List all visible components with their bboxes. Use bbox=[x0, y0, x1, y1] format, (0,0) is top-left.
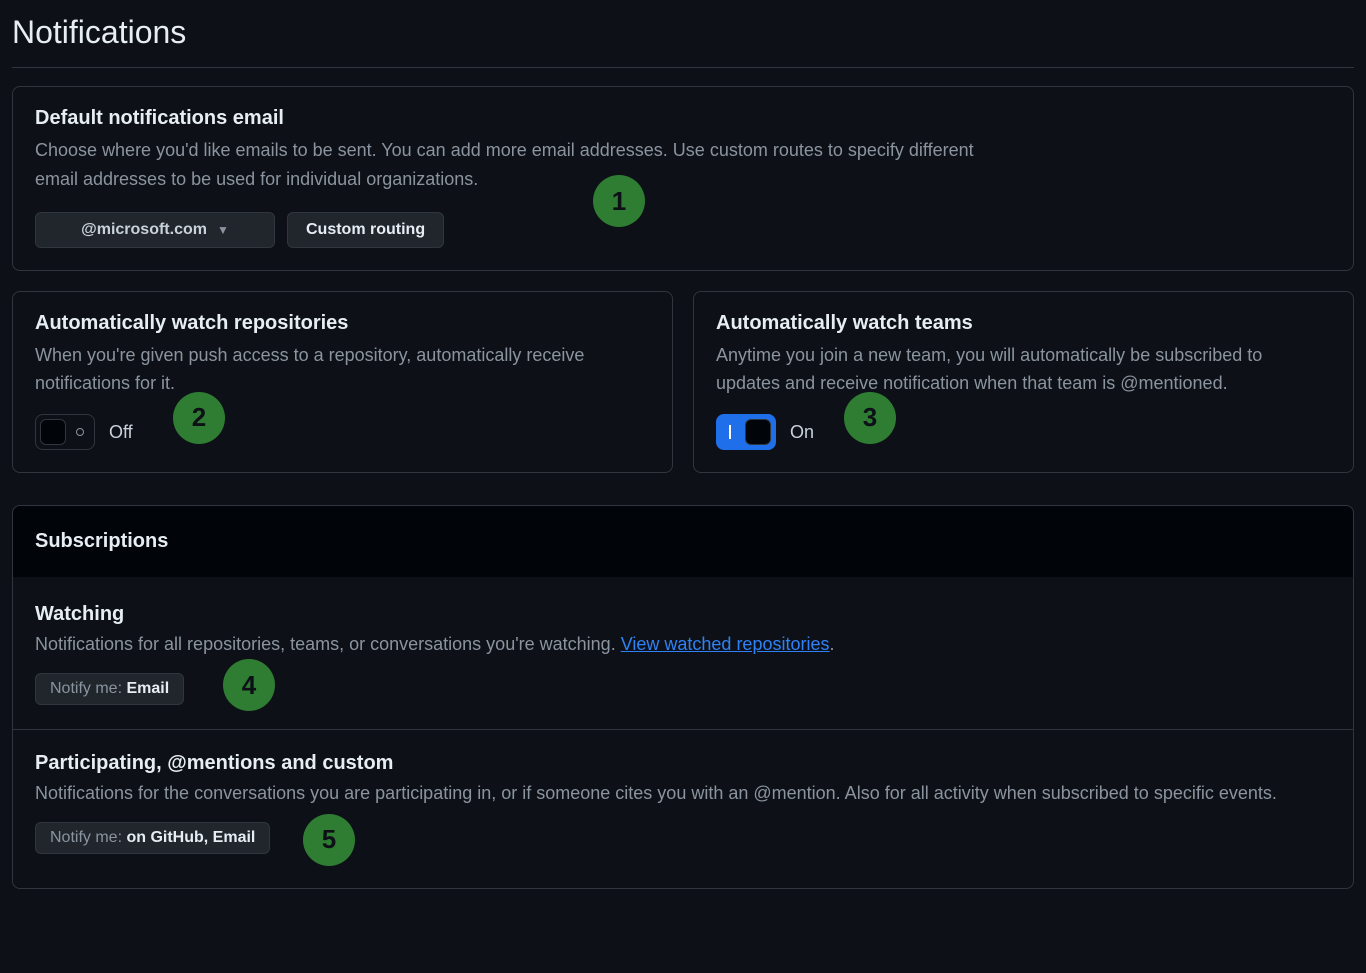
toggle-knob bbox=[745, 419, 771, 445]
page-title: Notifications bbox=[12, 10, 1354, 61]
custom-routing-button[interactable]: Custom routing bbox=[287, 212, 444, 248]
toggle-on-indicator-icon bbox=[729, 425, 731, 439]
default-email-value: @microsoft.com bbox=[81, 221, 207, 239]
watch-repos-toggle[interactable] bbox=[35, 414, 95, 450]
watching-desc-suffix: . bbox=[829, 634, 834, 654]
toggle-knob bbox=[40, 419, 66, 445]
watching-title: Watching bbox=[35, 603, 1331, 626]
watch-repos-desc: When you're given push access to a repos… bbox=[35, 341, 650, 399]
watch-teams-card: Automatically watch teams Anytime you jo… bbox=[693, 291, 1354, 474]
annotation-marker-1: 1 bbox=[593, 175, 645, 227]
watch-repos-state: Off bbox=[109, 422, 133, 443]
participating-notify-button[interactable]: Notify me: on GitHub, Email bbox=[35, 822, 270, 854]
watch-teams-state: On bbox=[790, 422, 814, 443]
divider bbox=[12, 67, 1354, 68]
watch-repos-title: Automatically watch repositories bbox=[35, 312, 650, 335]
toggle-off-indicator-icon bbox=[76, 428, 84, 436]
watch-teams-title: Automatically watch teams bbox=[716, 312, 1331, 335]
annotation-marker-2: 2 bbox=[173, 392, 225, 444]
watching-desc-prefix: Notifications for all repositories, team… bbox=[35, 634, 621, 654]
default-email-title: Default notifications email bbox=[35, 107, 1331, 130]
subscriptions-body: Watching Notifications for all repositor… bbox=[12, 577, 1354, 889]
participating-notify-label: Notify me: bbox=[50, 829, 126, 846]
chevron-down-icon: ▼ bbox=[217, 223, 229, 237]
watching-notify-label: Notify me: bbox=[50, 680, 126, 697]
view-watched-repos-link[interactable]: View watched repositories bbox=[621, 634, 830, 654]
annotation-marker-3: 3 bbox=[844, 392, 896, 444]
annotation-marker-5: 5 bbox=[303, 814, 355, 866]
default-email-desc: Choose where you'd like emails to be sen… bbox=[35, 136, 1015, 194]
watch-teams-desc: Anytime you join a new team, you will au… bbox=[716, 341, 1331, 399]
participating-notify-value: on GitHub, Email bbox=[126, 829, 255, 846]
watch-teams-toggle[interactable] bbox=[716, 414, 776, 450]
watching-notify-value: Email bbox=[126, 680, 169, 697]
watching-desc: Notifications for all repositories, team… bbox=[35, 630, 1331, 659]
subscriptions-header: Subscriptions bbox=[12, 505, 1354, 577]
participating-title: Participating, @mentions and custom bbox=[35, 752, 1331, 775]
annotation-marker-4: 4 bbox=[223, 659, 275, 711]
watch-repos-card: Automatically watch repositories When yo… bbox=[12, 291, 673, 474]
default-email-select[interactable]: @microsoft.com ▼ bbox=[35, 212, 275, 248]
default-email-card: Default notifications email Choose where… bbox=[12, 86, 1354, 271]
participating-desc: Notifications for the conversations you … bbox=[35, 779, 1331, 808]
watching-section: Watching Notifications for all repositor… bbox=[13, 581, 1353, 729]
participating-section: Participating, @mentions and custom Noti… bbox=[13, 729, 1353, 878]
watching-notify-button[interactable]: Notify me: Email bbox=[35, 673, 184, 705]
